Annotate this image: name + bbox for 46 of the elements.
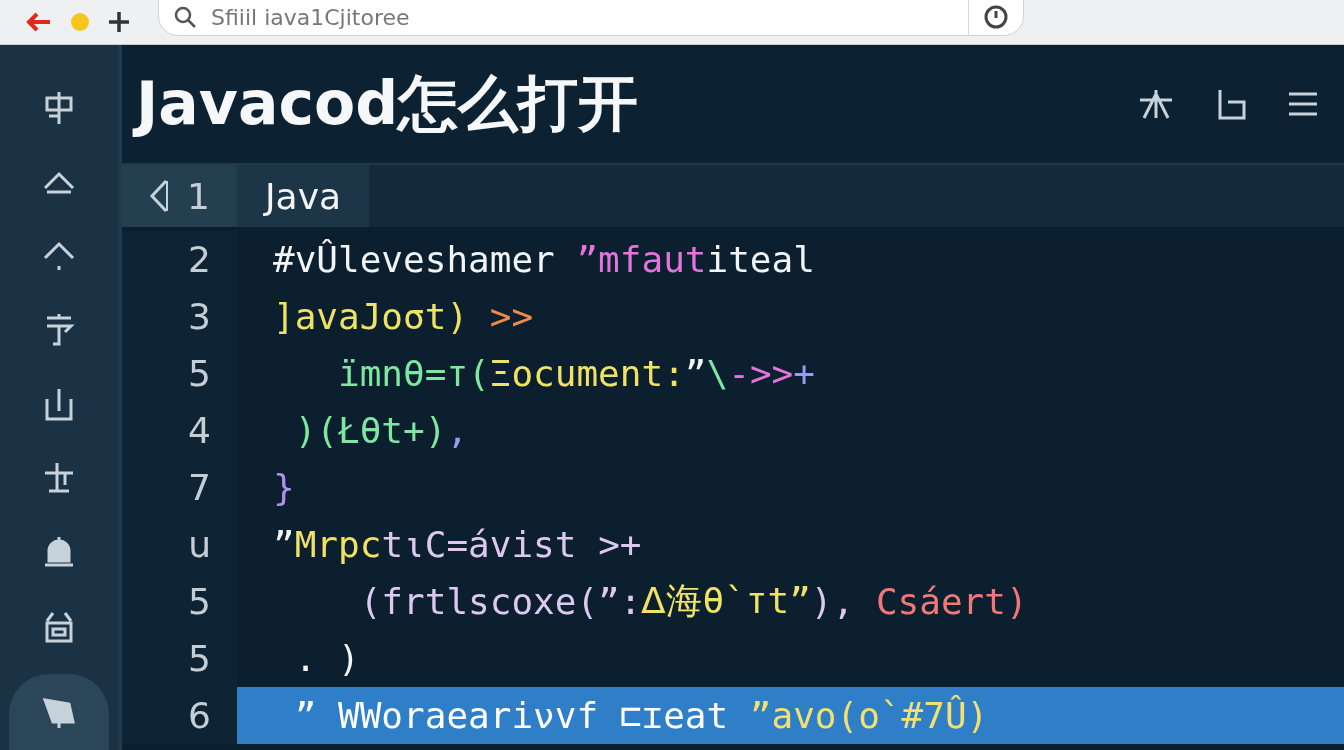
code-token: . ) <box>293 638 360 679</box>
code-token: #vÛleveshamer <box>273 239 556 280</box>
code-token: ᐃ海θ`тt” <box>641 579 811 623</box>
search-icon <box>173 5 197 29</box>
code-token: ” WWoraeariνvf ⊏ɪeat <box>293 695 730 736</box>
code-token: , <box>446 410 469 451</box>
line-number: 2 <box>122 231 237 288</box>
chevron-left-icon[interactable] <box>149 179 170 213</box>
code-token: )(Łθt+) <box>293 410 447 451</box>
code-token: + <box>793 353 815 394</box>
code-token: iteal <box>706 239 815 280</box>
code-token: ” <box>684 353 707 394</box>
line-number: 5 <box>122 345 237 402</box>
code-token: ]avaJoσt) <box>273 296 470 337</box>
menu-icon[interactable] <box>1288 91 1318 117</box>
code-token: ïmnθ=т( <box>337 353 490 394</box>
code-token: Mrpc <box>294 524 382 565</box>
line-number: 7 <box>122 459 237 516</box>
code-token: ” <box>273 524 295 565</box>
address-field[interactable]: Sfiiil iava1Cjitoree <box>158 0 1024 36</box>
code-token: (frtlscoxe(”: <box>358 581 642 622</box>
line-number: 6 <box>122 687 237 744</box>
line-number: 4 <box>122 402 237 459</box>
code-token: >> <box>489 296 534 337</box>
code-token: ”mfaut <box>576 239 707 280</box>
code-token: } <box>273 467 295 508</box>
line-number: 1 <box>187 175 210 217</box>
line-number: 5 <box>122 630 237 687</box>
line-number: 5 <box>122 573 237 630</box>
code-token: ”avo(o`#7Û) <box>749 695 989 736</box>
dot-icon[interactable] <box>70 12 90 32</box>
editor-tab[interactable]: Java <box>237 165 369 227</box>
bracket-icon[interactable] <box>1216 88 1248 120</box>
code-token: Ξocument: <box>489 353 685 394</box>
code-token: ->> <box>728 353 794 394</box>
line-number: 3 <box>122 288 237 345</box>
code-token: Csáert) <box>875 581 1028 622</box>
code-token: ), <box>810 581 856 622</box>
clock-icon[interactable] <box>983 4 1009 30</box>
code-token: tιC=ávist >+ <box>381 524 642 565</box>
code-token: \ <box>706 353 729 394</box>
address-text: Sfiiil iava1Cjitoree <box>211 4 411 30</box>
plus-icon[interactable] <box>108 11 130 33</box>
back-arrow-icon[interactable] <box>26 11 52 33</box>
sidebar-item[interactable] <box>9 674 109 750</box>
line-number: u <box>122 516 237 573</box>
